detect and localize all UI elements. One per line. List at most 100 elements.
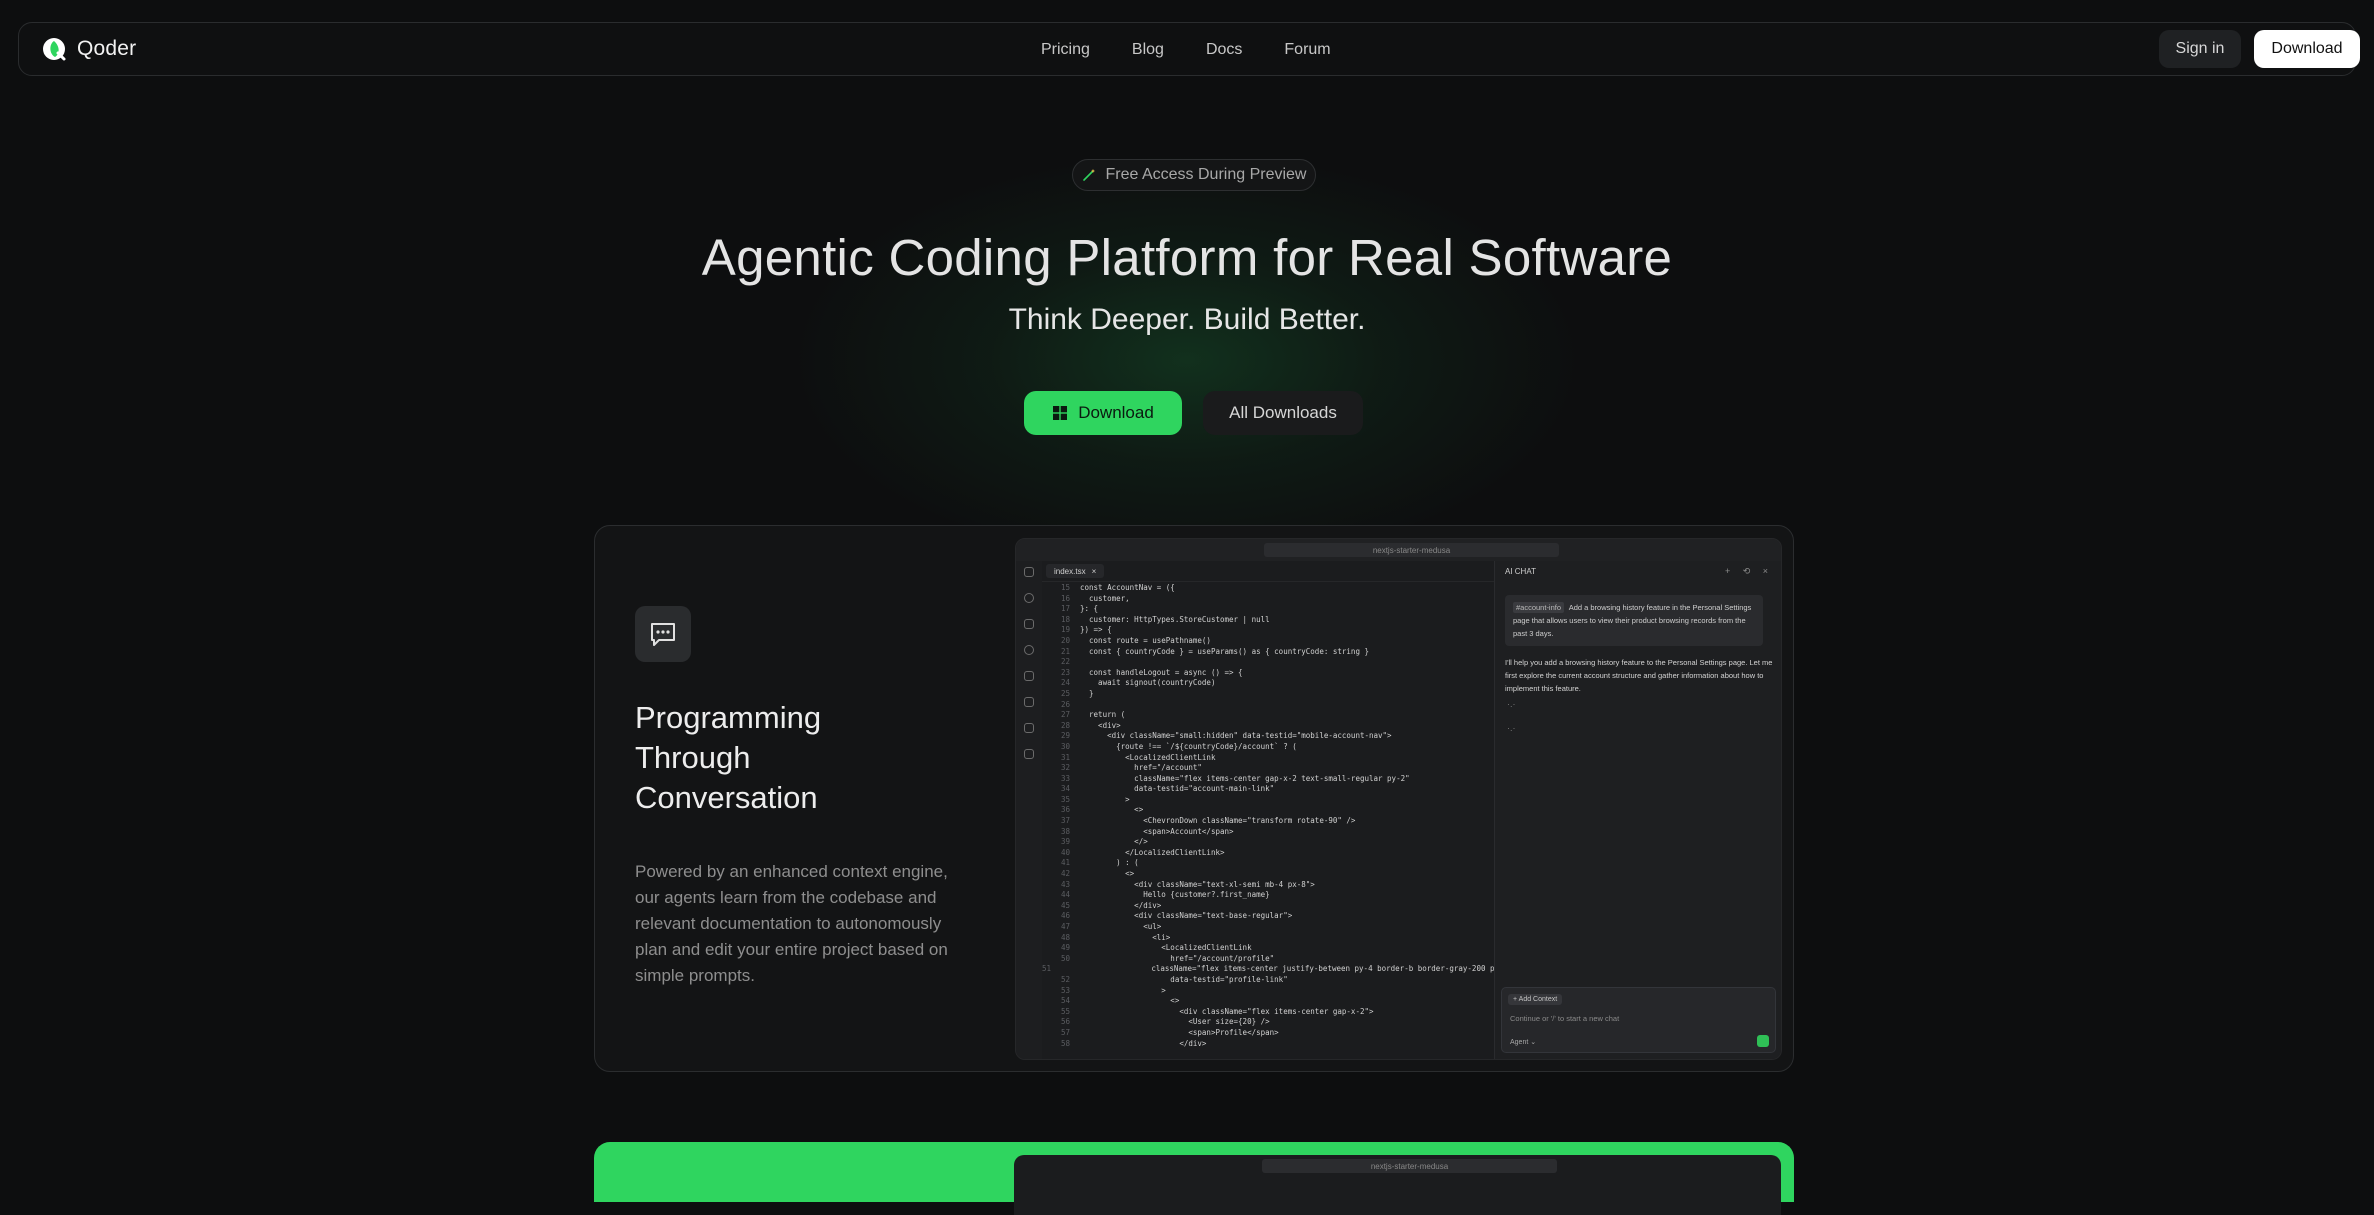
code-text: <li> <box>1080 932 1171 942</box>
ide-search-bar-2: nextjs-starter-medusa <box>1262 1159 1557 1173</box>
hero-download-button[interactable]: Download <box>1024 391 1182 435</box>
hero-title: Agentic Coding Platform for Real Softwar… <box>701 229 1673 286</box>
code-text: <div className="flex items-center gap-x-… <box>1080 1006 1374 1016</box>
line-number: 15 <box>1060 583 1070 592</box>
code-text: <ul> <box>1080 922 1162 931</box>
close-icon[interactable]: × <box>1092 567 1097 576</box>
line-number: 44 <box>1060 890 1070 900</box>
line-number: 50 <box>1060 953 1070 963</box>
code-line: 33 className="flex items-center gap-x-2 … <box>1042 774 1512 785</box>
code-line: 26 <box>1042 700 1512 711</box>
feature-card-2: nextjs-starter-medusa <box>594 1142 1794 1215</box>
code-line: 29 <div className="small:hidden" data-te… <box>1042 731 1512 742</box>
ide-code-editor[interactable]: 15 const AccountNav = ({16 customer, 17 }: … <box>1042 583 1512 1059</box>
ide-screenshot: nextjs-starter-medusa index.tsx × 15 cons… <box>1015 538 1782 1060</box>
code-line: 46 <div className="text-base-regular"> <box>1042 911 1512 922</box>
line-number: 54 <box>1060 996 1070 1006</box>
code-text: ) : ( <box>1080 858 1139 868</box>
ide-activity-bar <box>1016 561 1042 1059</box>
code-text: }: { <box>1080 604 1099 614</box>
line-number: 32 <box>1060 763 1070 773</box>
code-text: await signout(countryCode) <box>1080 678 1216 688</box>
run-icon <box>1024 645 1034 655</box>
ide-tab-index[interactable]: index.tsx × <box>1046 564 1105 578</box>
code-line: 31 <LocalizedClientLink <box>1042 753 1512 764</box>
line-number: 20 <box>1060 635 1070 645</box>
line-number: 21 <box>1060 646 1070 656</box>
chat-controls[interactable]: + ⟲ × <box>1725 566 1773 577</box>
line-number: 17 <box>1060 604 1070 614</box>
code-line: 22 <box>1042 657 1512 668</box>
chat-assistant-message: I'll help you add a browsing history fea… <box>1505 658 1773 693</box>
top-navbar: Qoder Pricing Blog Docs Forum Sign in Do… <box>18 22 2360 76</box>
chat-user-message: #account-info Add a browsing history fea… <box>1505 595 1763 646</box>
code-line: 32 href="/account" <box>1042 763 1512 774</box>
code-line: 58 </div> <box>1042 1039 1512 1050</box>
ide-screenshot-2: nextjs-starter-medusa <box>1014 1155 1781 1215</box>
context-chip: #account-info <box>1513 602 1565 613</box>
nav-download-button[interactable]: Download <box>2254 30 2360 68</box>
code-text: <span>Profile</span> <box>1080 1027 1279 1037</box>
feature-title: Programming Through Conversation <box>635 700 822 815</box>
line-number: 19 <box>1060 625 1070 635</box>
line-number: 23 <box>1060 667 1070 677</box>
line-number: 57 <box>1060 1027 1070 1037</box>
nav-link-docs[interactable]: Docs <box>1206 41 1242 59</box>
line-number: 37 <box>1060 816 1070 826</box>
code-line: 45 </div> <box>1042 901 1512 912</box>
line-number: 42 <box>1060 869 1070 879</box>
nav-link-pricing[interactable]: Pricing <box>1041 41 1090 59</box>
line-number: 51 <box>1042 964 1052 974</box>
line-number: 45 <box>1060 900 1070 910</box>
preview-badge: Free Access During Preview <box>1072 159 1316 191</box>
nav-link-forum[interactable]: Forum <box>1284 41 1330 59</box>
line-number: 40 <box>1060 847 1070 857</box>
line-number: 25 <box>1060 688 1070 698</box>
line-number: 46 <box>1060 911 1070 921</box>
search-icon <box>1024 593 1034 603</box>
code-text: </> <box>1080 837 1148 847</box>
ide-tab-label: index.tsx <box>1054 566 1086 576</box>
chat-panel-title: AI CHAT <box>1505 567 1536 576</box>
line-number: 43 <box>1060 879 1070 889</box>
line-number: 53 <box>1060 985 1070 995</box>
code-line: 42 <> <box>1042 869 1512 880</box>
add-context-button[interactable]: + Add Context <box>1508 994 1563 1005</box>
code-line: 27 return ( <box>1042 710 1512 721</box>
all-downloads-button[interactable]: All Downloads <box>1203 391 1363 435</box>
explorer-icon <box>1024 567 1034 577</box>
line-number: 18 <box>1060 614 1070 624</box>
code-text: data-testid="profile-link" <box>1080 974 1288 984</box>
code-line: 24 await signout(countryCode) <box>1042 678 1512 689</box>
preview-badge-label: Free Access During Preview <box>1105 166 1307 183</box>
hero-download-label: Download <box>1078 403 1154 422</box>
code-line: 16 customer, <box>1042 594 1512 605</box>
terminal-icon <box>1024 723 1034 733</box>
code-text: <div> <box>1080 720 1121 730</box>
code-text: customer: HttpTypes.StoreCustomer | null <box>1080 614 1270 624</box>
brand[interactable]: Qoder <box>41 36 136 62</box>
code-line: 36 <> <box>1042 805 1512 816</box>
code-text: className="flex items-center gap-x-2 tex… <box>1080 773 1410 783</box>
line-number: 49 <box>1060 943 1070 953</box>
brand-name: Qoder <box>77 37 137 60</box>
feature-description: Powered by an enhanced context engine, o… <box>635 862 948 985</box>
code-line: 44 Hello {customer?.first_name} <box>1042 890 1512 901</box>
hero-glow <box>787 150 1587 570</box>
chat-input-box[interactable]: + Add Context Continue or '/' to start a… <box>1501 987 1776 1053</box>
source-control-icon <box>1024 619 1034 629</box>
line-number: 35 <box>1060 794 1070 804</box>
code-line: 35 > <box>1042 795 1512 806</box>
code-line: 52 data-testid="profile-link" <box>1042 975 1512 986</box>
sign-in-button[interactable]: Sign in <box>2159 30 2241 68</box>
nav-link-blog[interactable]: Blog <box>1132 41 1164 59</box>
chat-bubble-icon <box>635 606 691 662</box>
code-line: 23 const handleLogout = async () => { <box>1042 668 1512 679</box>
line-number: 48 <box>1060 932 1070 942</box>
chat-input-placeholder: Continue or '/' to start a new chat <box>1510 1014 1620 1023</box>
code-text: <LocalizedClientLink <box>1080 752 1216 762</box>
code-line: 15 const AccountNav = ({ <box>1042 583 1512 594</box>
code-line: 20 const route = usePathname() <box>1042 636 1512 647</box>
send-icon[interactable] <box>1757 1035 1769 1047</box>
agent-mode-select[interactable]: Agent ⌄ <box>1510 1038 1536 1046</box>
